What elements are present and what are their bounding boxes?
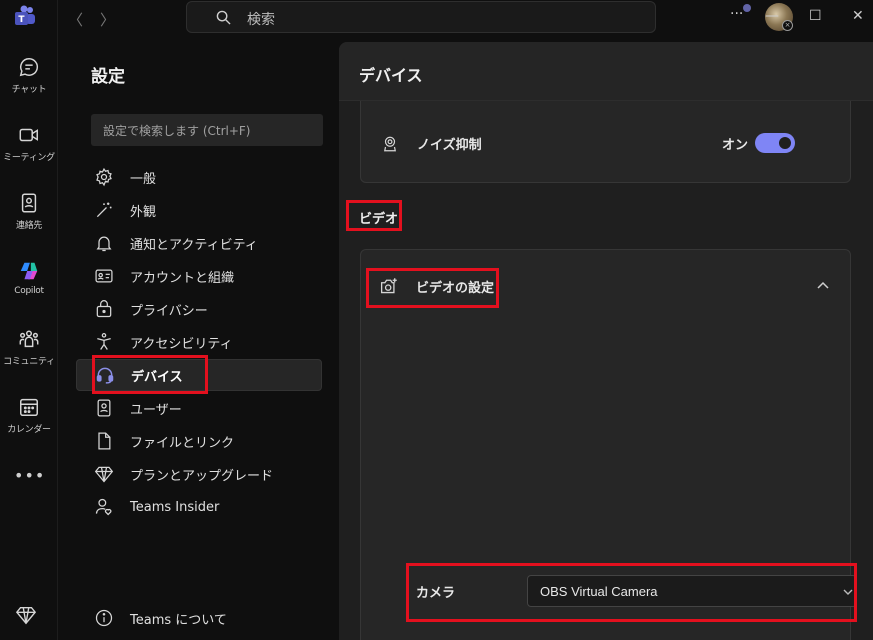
- video-settings-card: ビデオの設定 カメラ OBS Virtual Camera: [360, 249, 857, 640]
- diamond-icon[interactable]: [15, 604, 37, 626]
- bell-icon: [96, 236, 112, 252]
- rail-label: カレンダー: [7, 425, 51, 435]
- page-title: デバイス: [359, 66, 423, 85]
- rail-label: コミュニティ: [3, 357, 55, 367]
- id-card-icon: [95, 269, 113, 283]
- settings-item-label: 通知とアクティビティ: [130, 237, 258, 253]
- gear-icon: [96, 167, 112, 187]
- title-bar: 〈 〉 検索 ··· × — ☐ ✕: [58, 0, 873, 36]
- contacts-icon: [21, 193, 37, 213]
- camera-select-value: OBS Virtual Camera: [540, 584, 658, 599]
- rail-label: チャット: [11, 85, 47, 95]
- lock-icon: [96, 300, 112, 318]
- global-search-input[interactable]: 検索: [186, 1, 656, 33]
- noise-suppression-label: ノイズ抑制: [417, 138, 482, 153]
- settings-item-plans[interactable]: プランとアップグレード: [76, 458, 322, 490]
- rail-label: ミーティング: [3, 153, 55, 163]
- noise-suppression-icon: [384, 136, 396, 152]
- insider-icon: [95, 498, 112, 516]
- back-button[interactable]: 〈: [68, 9, 83, 30]
- noise-suppression-card: ノイズ抑制 オン: [360, 101, 851, 183]
- video-icon: [19, 128, 38, 142]
- rail-item-community[interactable]: コミュニティ: [0, 326, 58, 386]
- devices-panel: デバイス ノイズ抑制 オン ビデオ ビデオの設定 カメラ OBS Virtual…: [339, 42, 873, 640]
- app-rail: T チャット ミーティング 連絡先 Copilot コミュニティ カレンダー •…: [0, 0, 58, 640]
- settings-item-label: デバイス: [131, 369, 183, 385]
- chat-icon: [19, 58, 39, 77]
- about-label: Teams について: [130, 612, 227, 628]
- rail-label: Copilot: [14, 286, 44, 296]
- wand-icon: [96, 202, 112, 218]
- more-apps-icon[interactable]: •••: [14, 466, 44, 485]
- user-icon: [97, 399, 111, 417]
- video-settings-toggle[interactable]: ビデオの設定: [416, 277, 494, 296]
- panel-header: デバイス: [339, 42, 873, 101]
- camera-settings-icon: [380, 278, 397, 294]
- search-placeholder: 検索: [247, 12, 275, 28]
- settings-item-notifications[interactable]: 通知とアクティビティ: [76, 227, 322, 259]
- settings-item-privacy[interactable]: プライバシー: [76, 293, 322, 325]
- camera-label: カメラ: [416, 586, 456, 601]
- close-button[interactable]: ✕: [852, 8, 864, 24]
- community-icon: [19, 330, 39, 348]
- rail-item-chat[interactable]: チャット: [0, 54, 58, 114]
- settings-item-label: 一般: [130, 171, 157, 187]
- rail-label: 連絡先: [15, 221, 43, 231]
- settings-item-files[interactable]: ファイルとリンク: [76, 425, 322, 457]
- rail-item-contacts[interactable]: 連絡先: [0, 190, 58, 250]
- info-icon: [95, 609, 113, 627]
- chevron-down-icon: [843, 589, 853, 595]
- calendar-icon: [20, 398, 38, 416]
- copilot-icon: [20, 262, 38, 280]
- settings-item-teams-insider[interactable]: Teams Insider: [76, 491, 322, 523]
- settings-item-label: ユーザー: [130, 402, 182, 418]
- settings-item-label: アカウントと組織: [130, 270, 235, 286]
- rail-item-calendar[interactable]: カレンダー: [0, 394, 58, 454]
- noise-suppression-toggle[interactable]: [755, 133, 795, 153]
- teams-logo-icon[interactable]: T: [13, 5, 37, 29]
- rail-item-meetings[interactable]: ミーティング: [0, 122, 58, 182]
- settings-item-label: ファイルとリンク: [130, 435, 235, 451]
- forward-button[interactable]: 〉: [100, 9, 115, 30]
- noise-suppression-state: オン: [722, 138, 749, 153]
- minimize-button[interactable]: —: [765, 8, 779, 24]
- settings-item-label: 外観: [130, 204, 157, 220]
- settings-item-appearance[interactable]: 外観: [76, 194, 322, 226]
- file-icon: [98, 432, 111, 450]
- rail-item-copilot[interactable]: Copilot: [0, 258, 58, 318]
- settings-title: 設定: [91, 67, 125, 87]
- accessibility-icon: [97, 333, 111, 350]
- notification-dot: [743, 4, 751, 12]
- about-teams-link[interactable]: Teams について: [76, 602, 322, 634]
- settings-item-label: プランとアップグレード: [130, 468, 274, 484]
- settings-item-accessibility[interactable]: アクセシビリティ: [76, 326, 322, 358]
- maximize-button[interactable]: ☐: [809, 8, 822, 24]
- search-icon: [216, 10, 231, 25]
- video-section-heading: ビデオ: [359, 212, 399, 227]
- settings-item-devices[interactable]: デバイス: [76, 359, 322, 391]
- more-options-button[interactable]: ···: [730, 6, 743, 22]
- presence-badge-icon: ×: [782, 20, 793, 31]
- camera-select[interactable]: OBS Virtual Camera: [527, 575, 857, 607]
- settings-item-label: アクセシビリティ: [130, 336, 233, 352]
- settings-search-input[interactable]: 設定で検索します (Ctrl+F): [91, 114, 323, 146]
- svg-text:T: T: [18, 15, 25, 25]
- settings-item-accounts[interactable]: アカウントと組織: [76, 260, 322, 292]
- headset-icon: [96, 367, 114, 384]
- settings-item-general[interactable]: 一般: [76, 161, 322, 193]
- diamond-icon: [94, 466, 114, 483]
- settings-item-label: Teams Insider: [130, 499, 220, 515]
- chevron-up-icon[interactable]: [816, 278, 830, 292]
- settings-item-users[interactable]: ユーザー: [76, 392, 322, 424]
- settings-item-label: プライバシー: [130, 303, 208, 319]
